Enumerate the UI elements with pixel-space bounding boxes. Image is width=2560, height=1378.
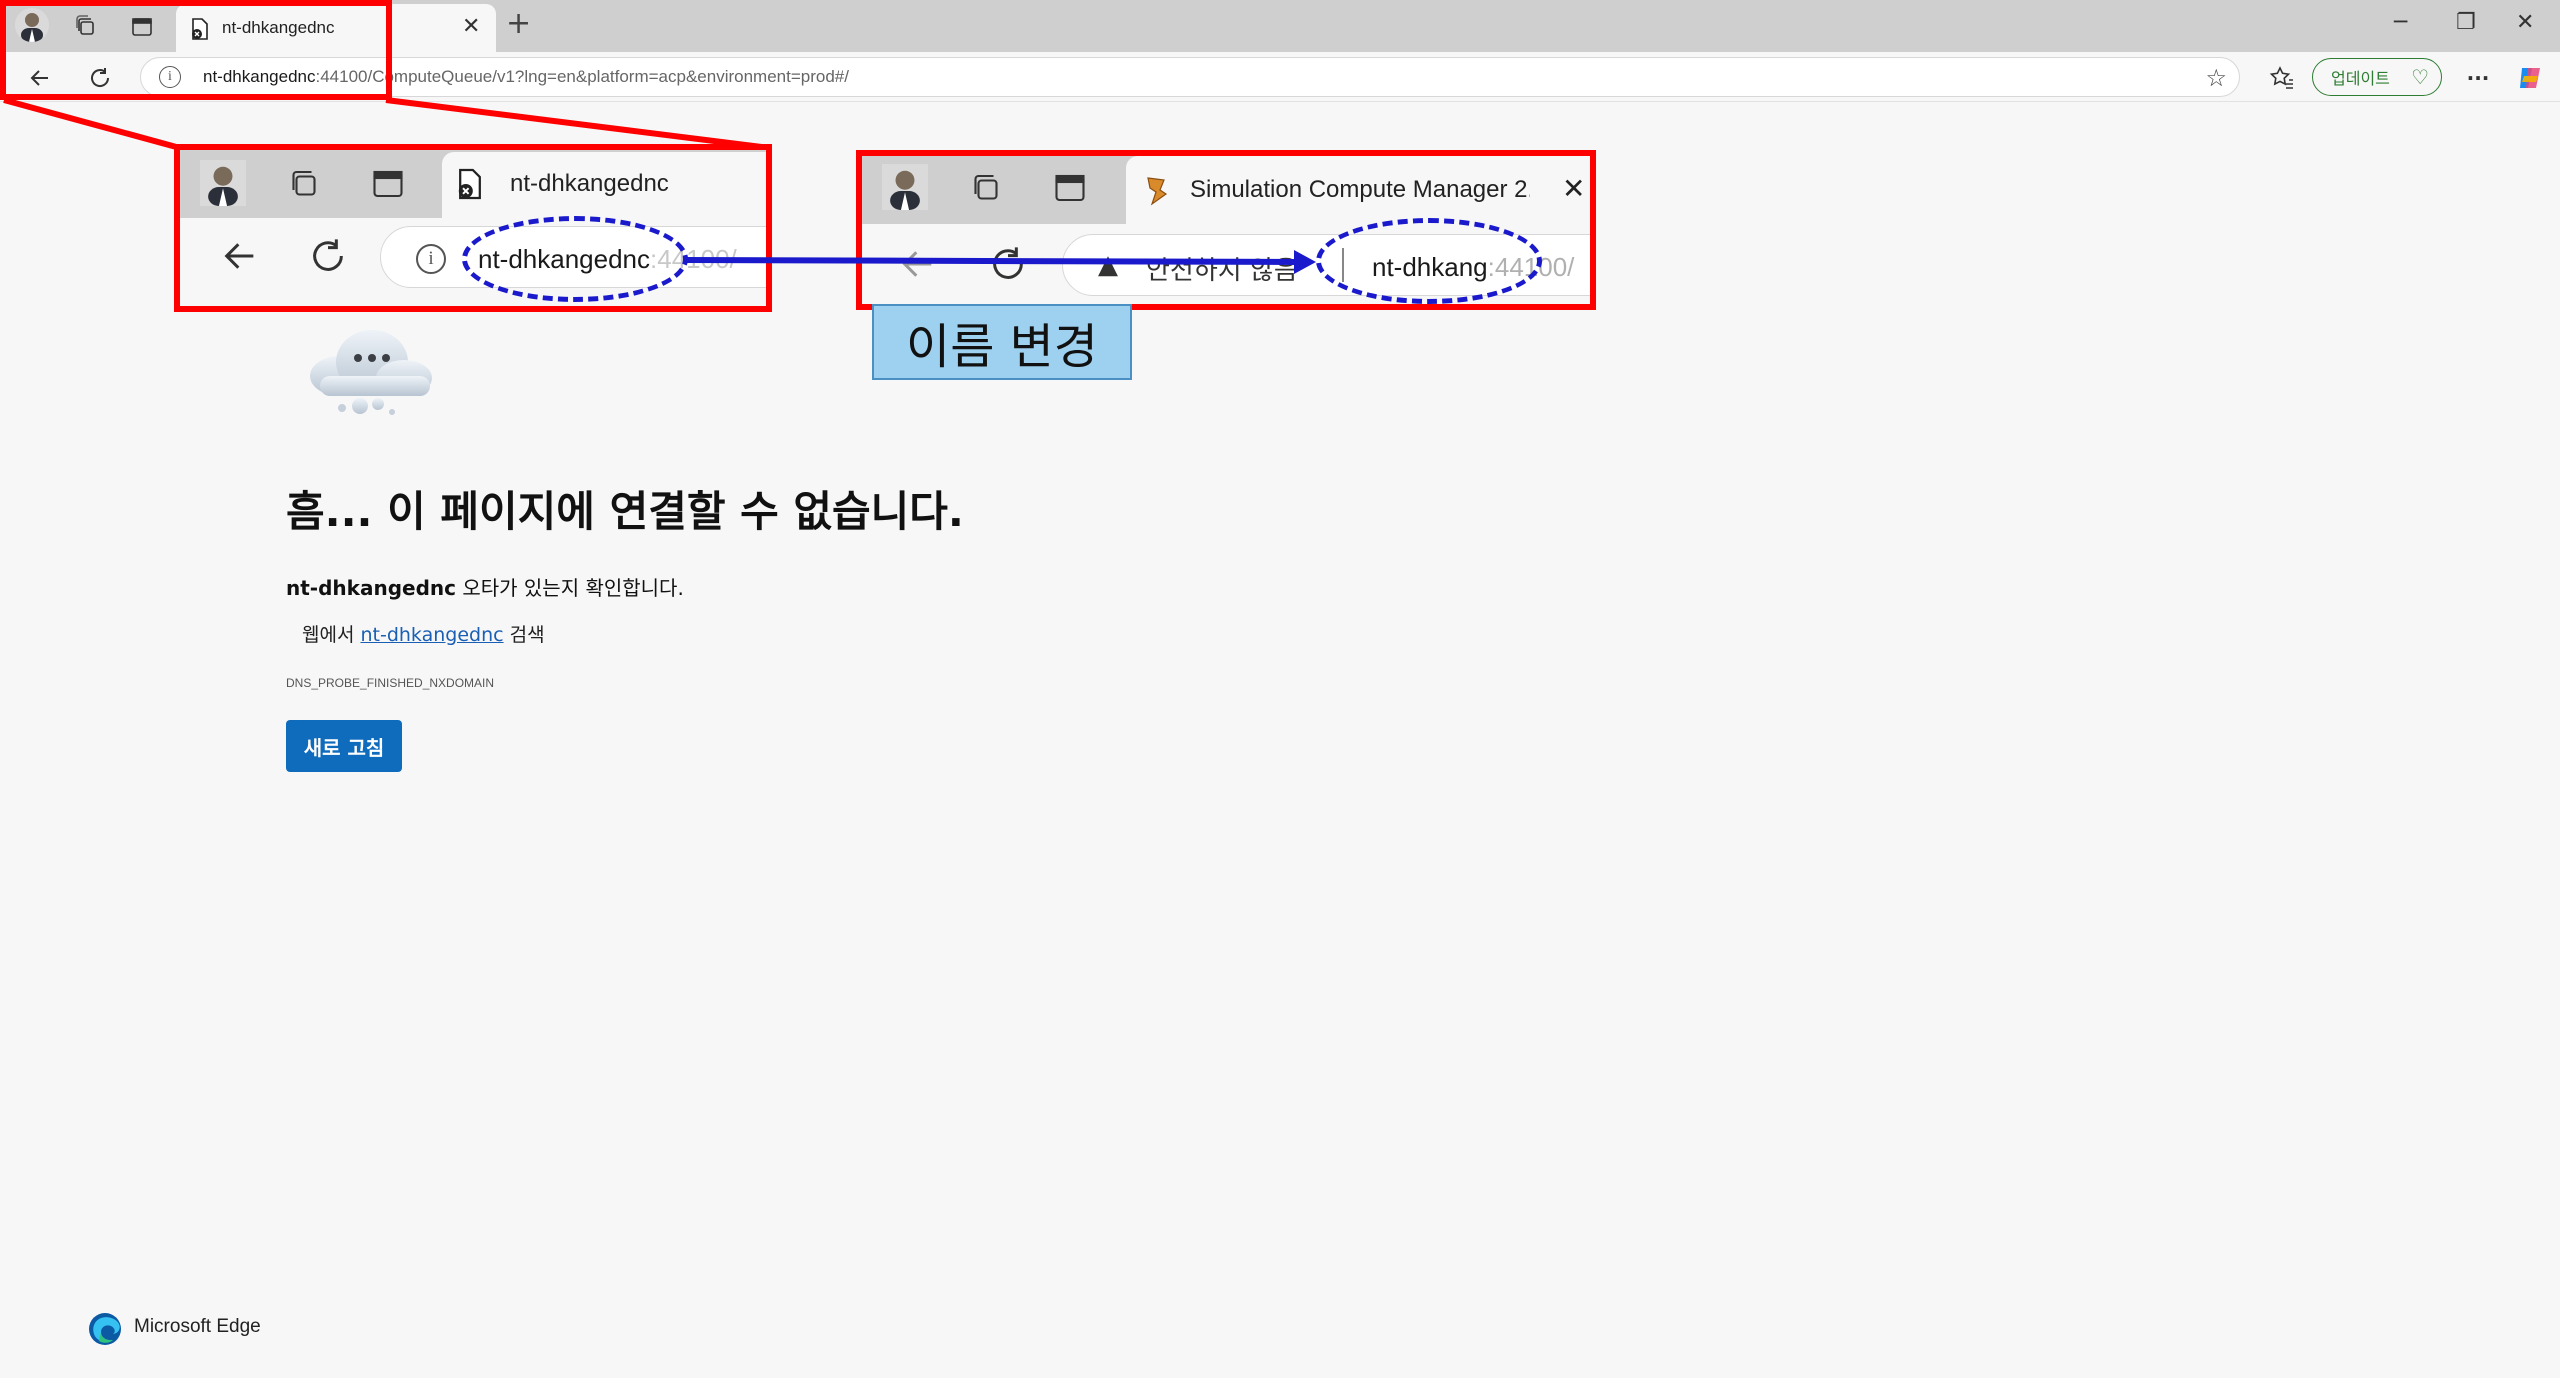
- refresh-button[interactable]: 새로 고침: [286, 720, 402, 772]
- minimize-icon[interactable]: ─: [2394, 10, 2407, 35]
- edge-logo-icon: [89, 1313, 121, 1345]
- heart-icon: ♡: [2411, 65, 2429, 89]
- error-code: DNS_PROBE_FINISHED_NXDOMAIN: [286, 676, 495, 690]
- highlight-box-original: [0, 0, 392, 100]
- highlight-box-before: [174, 144, 772, 312]
- favorite-star-icon[interactable]: ☆: [2205, 64, 2227, 92]
- close-tab-icon[interactable]: ✕: [462, 14, 480, 39]
- ellipse-after: [1316, 218, 1542, 304]
- ellipse-before: [462, 216, 688, 302]
- close-window-icon[interactable]: ✕: [2516, 10, 2534, 35]
- update-button[interactable]: 업데이트 ♡: [2312, 58, 2442, 96]
- new-tab-button[interactable]: +: [506, 6, 531, 41]
- web-search-suggestion: 웹에서 nt-dhkangednc 검색: [302, 624, 545, 646]
- cloud-error-icon: [310, 330, 432, 415]
- more-icon[interactable]: ···: [2458, 60, 2498, 96]
- rename-callout: 이름 변경: [872, 304, 1132, 380]
- copilot-icon[interactable]: [2510, 60, 2550, 96]
- browser-window: nt-dhkangednc ✕ + ─ ❐ ✕ i nt-dhkangednc:…: [0, 0, 2560, 1378]
- search-link[interactable]: nt-dhkangednc: [360, 624, 503, 646]
- restore-icon[interactable]: ❐: [2456, 10, 2476, 35]
- favorites-icon[interactable]: [2262, 60, 2302, 96]
- brand-name: Microsoft Edge: [134, 1316, 261, 1337]
- error-title: 흠... 이 페이지에 연결할 수 없습니다.: [286, 487, 964, 536]
- address-bar[interactable]: i nt-dhkangednc:44100/ComputeQueue/v1?ln…: [140, 57, 2240, 97]
- error-description: nt-dhkangednc 오타가 있는지 확인합니다.: [286, 576, 684, 600]
